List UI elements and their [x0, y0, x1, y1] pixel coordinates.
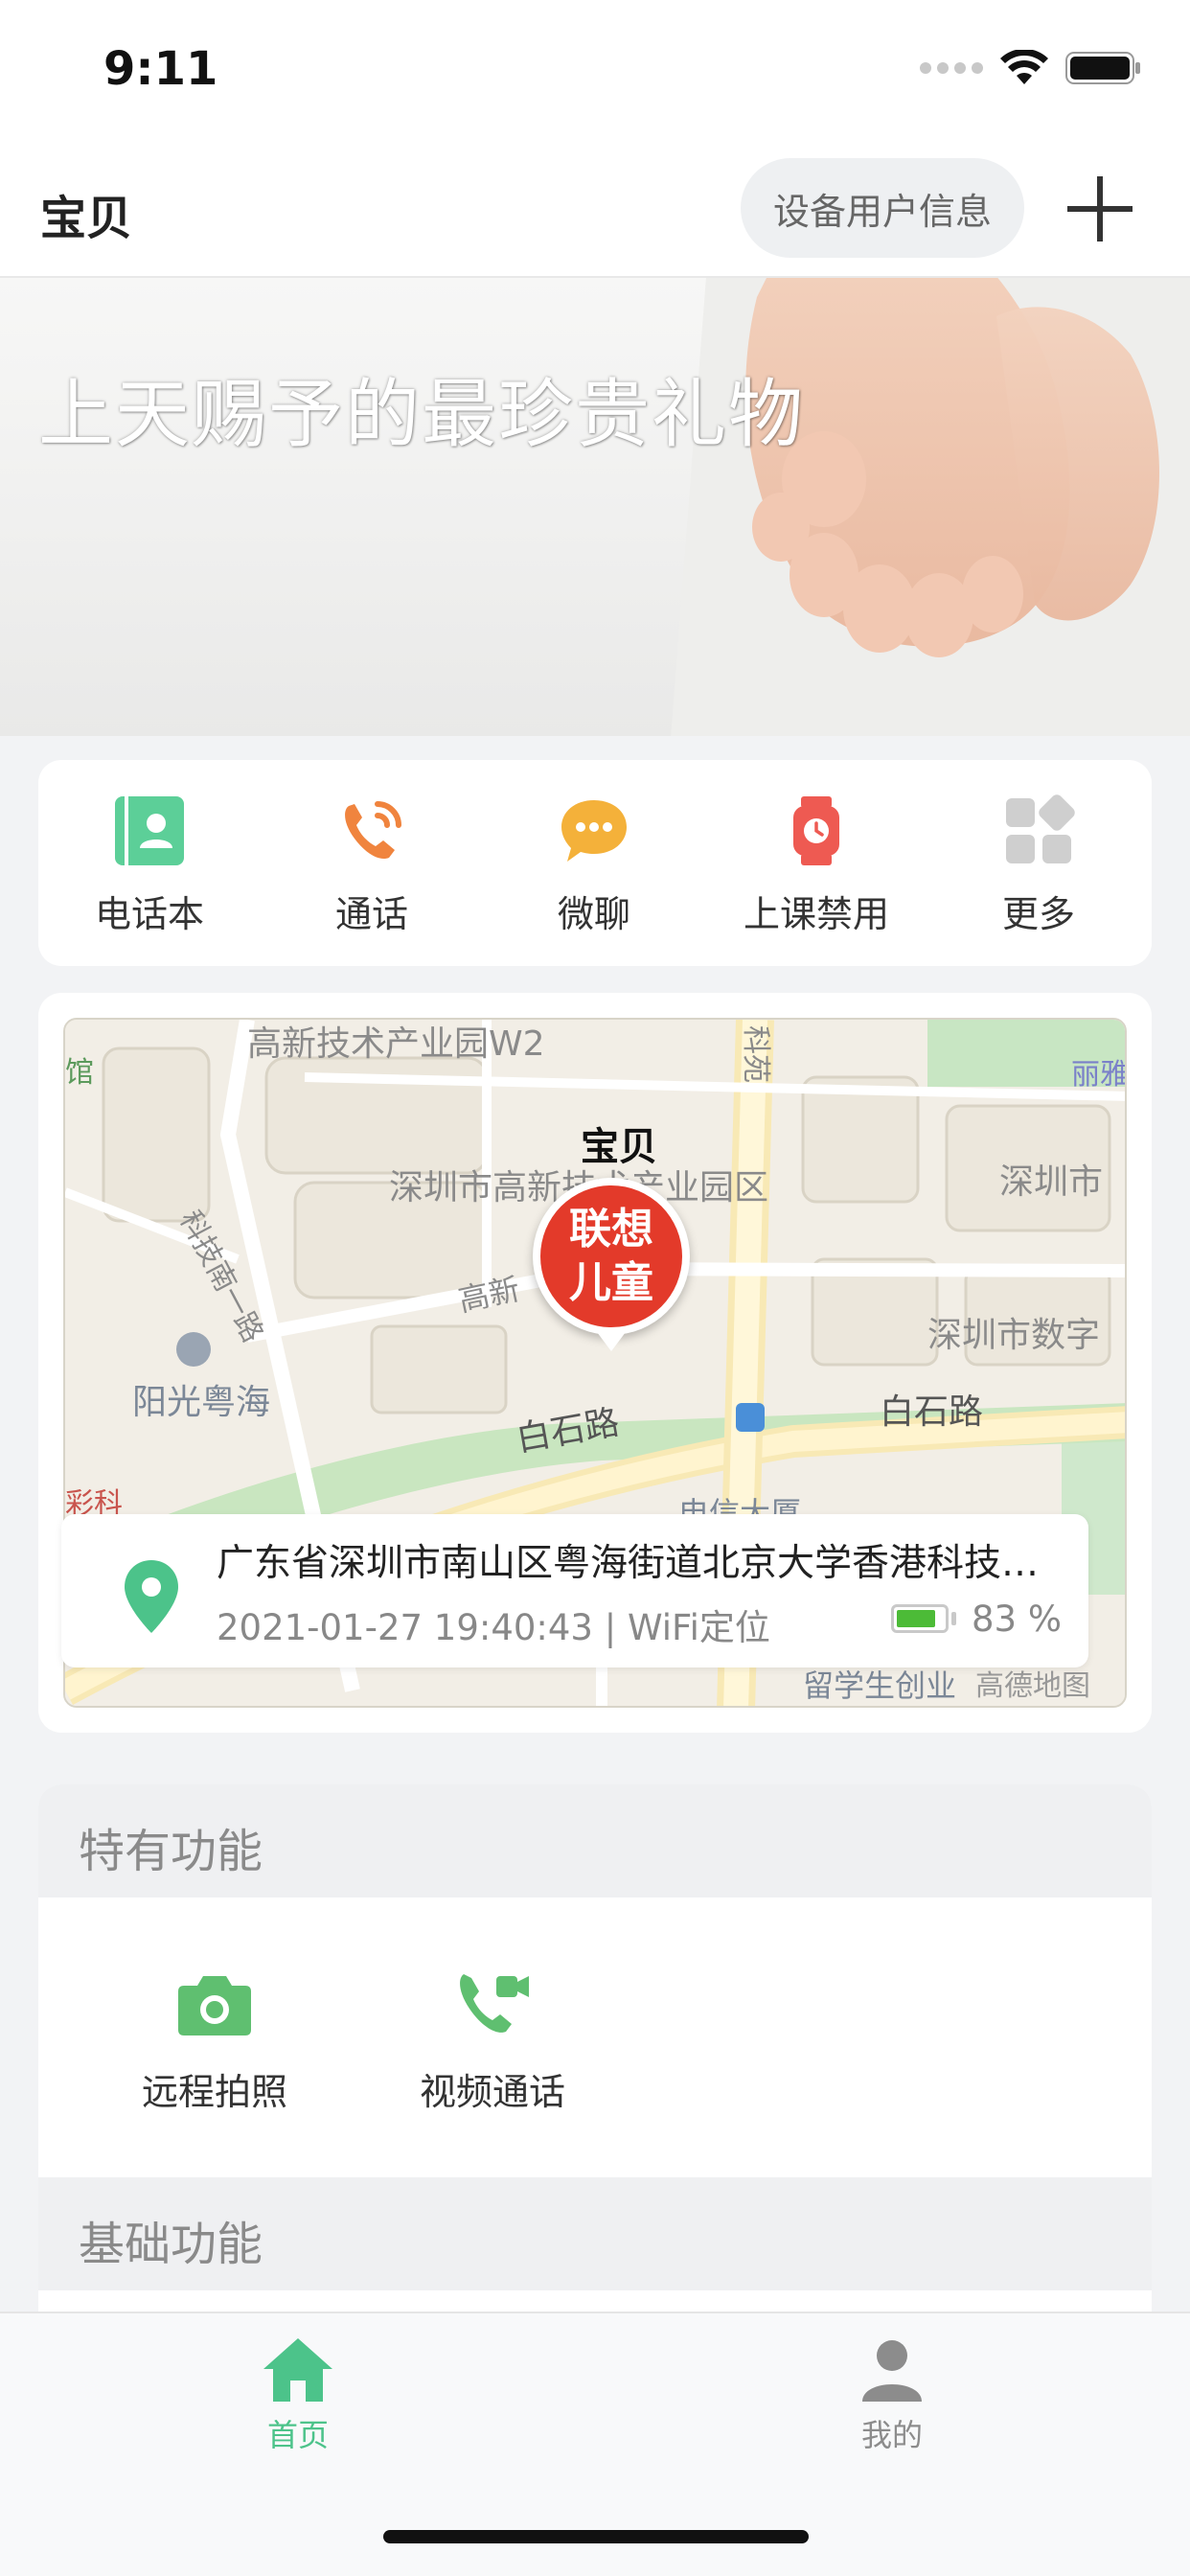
tab-label: 首页	[266, 2417, 329, 2453]
pin-pointer	[594, 1328, 629, 1351]
device-user-info-button[interactable]: 设备用户信息	[741, 158, 1024, 258]
location-time-method: 2021-01-27 19:40:43 | WiFi定位	[217, 1607, 770, 1648]
map-attribution: 高德地图	[975, 1669, 1090, 1703]
section-header-special: 特有功能	[38, 1784, 1152, 1898]
user-icon	[862, 2340, 922, 2402]
home-indicator	[383, 2530, 809, 2543]
quick-menu-card: 电话本 通话 微聊 上课禁用 更多	[38, 760, 1152, 966]
device-location-pin[interactable]: 联想 儿童	[533, 1178, 690, 1335]
quick-item-call[interactable]: 通话	[261, 760, 483, 966]
map-label: 科苑	[739, 1025, 772, 1083]
map-label: 高新技术产业园W2	[247, 1024, 545, 1064]
add-icon[interactable]	[1062, 171, 1138, 247]
battery-level-icon	[891, 1604, 949, 1633]
location-pin-icon	[125, 1560, 178, 1633]
quick-item-more[interactable]: 更多	[927, 760, 1150, 966]
map-pin-label: 宝贝	[581, 1125, 657, 1169]
quick-item-label: 微聊	[557, 893, 630, 935]
quick-item-label: 更多	[1001, 893, 1075, 935]
map-label: 留学生创业	[803, 1668, 957, 1704]
phone-call-icon	[345, 801, 401, 860]
page-title: 宝贝	[40, 192, 133, 245]
cellular-signal-icon	[920, 62, 983, 74]
quick-item-label: 通话	[334, 893, 408, 935]
map-label: 阳光粤海	[132, 1383, 271, 1422]
section-title: 特有功能	[79, 1825, 263, 1878]
status-time: 9:11	[103, 42, 218, 96]
quick-item-chat[interactable]: 微聊	[483, 760, 705, 966]
battery-cap	[951, 1612, 956, 1625]
battery-fill	[897, 1610, 935, 1627]
map-label: 丽雅	[1071, 1058, 1127, 1092]
quick-item-contacts[interactable]: 电话本	[38, 760, 261, 966]
section-header-basic: 基础功能	[38, 2177, 1152, 2290]
location-info-card[interactable]: 广东省深圳市南山区粤海街道北京大学香港科技大学深圳研修院 2021-01-27 …	[61, 1514, 1088, 1668]
tab-mine[interactable]: 我的	[796, 2336, 988, 2455]
quick-item-label: 电话本	[94, 893, 204, 935]
banner-carousel[interactable]: 上天赐予的最珍贵礼物	[0, 278, 1190, 736]
quick-item-label: 上课禁用	[743, 893, 889, 935]
quick-item-class-mode[interactable]: 上课禁用	[705, 760, 927, 966]
battery-percent: 83 %	[972, 1598, 1062, 1640]
feature-remote-photo[interactable]: 远程拍照	[100, 1966, 330, 2139]
status-bar: 9:11	[0, 0, 1190, 144]
tab-label: 我的	[860, 2417, 923, 2453]
chat-bubble-icon	[561, 800, 627, 862]
map-label: 深圳市	[999, 1162, 1104, 1202]
nav-bar: 宝贝 设备用户信息	[0, 144, 1190, 278]
feature-label: 远程拍照	[141, 2071, 287, 2113]
feature-label: 视频通话	[419, 2071, 565, 2113]
wifi-icon	[1000, 50, 1048, 84]
watch-icon	[793, 796, 839, 865]
map-label: 深圳市数字	[927, 1316, 1101, 1355]
home-icon	[263, 2338, 332, 2402]
map-label: 馆	[65, 1056, 94, 1090]
camera-icon	[178, 1976, 251, 2036]
banner-caption: 上天赐予的最珍贵礼物	[38, 372, 806, 458]
section-title: 基础功能	[79, 2218, 263, 2271]
brand-logo: 联想 儿童	[540, 1185, 682, 1327]
status-indicators	[920, 50, 1142, 86]
map-label: 白石路	[880, 1392, 984, 1432]
tab-home[interactable]: 首页	[202, 2336, 394, 2455]
battery-icon	[1065, 52, 1140, 84]
more-grid-icon	[1006, 794, 1075, 863]
video-call-icon	[460, 1974, 529, 2033]
contacts-icon	[115, 796, 184, 865]
feature-video-call[interactable]: 视频通话	[378, 1966, 607, 2139]
location-address: 广东省深圳市南山区粤海街道北京大学香港科技大学深圳研修院	[217, 1542, 1060, 1585]
baby-feet-image	[671, 278, 1190, 736]
